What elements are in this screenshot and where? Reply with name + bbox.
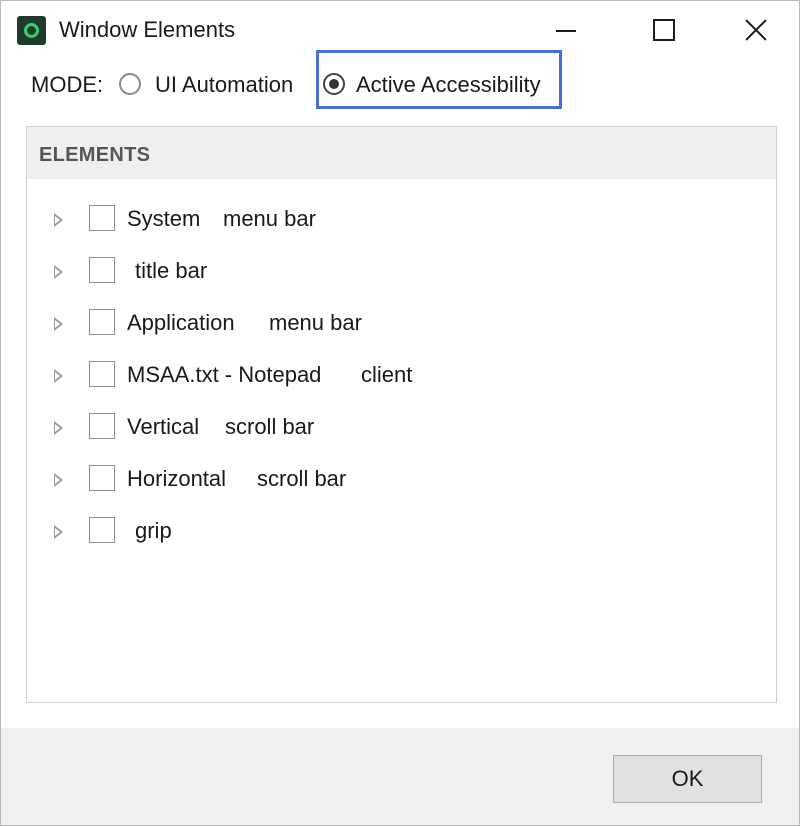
maximize-icon: [653, 19, 675, 41]
expand-arrow-icon[interactable]: [54, 421, 63, 435]
ui-automation-label[interactable]: UI Automation: [155, 72, 293, 98]
elements-header: ELEMENTS: [27, 127, 776, 179]
row-role: menu bar: [223, 206, 316, 231]
row-checkbox[interactable]: [89, 465, 115, 491]
minimize-button[interactable]: [543, 7, 589, 53]
ui-automation-radio[interactable]: [119, 73, 141, 95]
row-checkbox[interactable]: [89, 205, 115, 231]
elements-panel: ELEMENTS System menu bar title bar Appli…: [26, 126, 777, 703]
elements-title: ELEMENTS: [39, 144, 151, 166]
window-title: Window Elements: [59, 17, 236, 42]
expand-arrow-icon[interactable]: [54, 369, 63, 383]
expand-arrow-icon[interactable]: [54, 265, 63, 279]
row-name: Application: [127, 310, 235, 335]
expand-arrow-icon[interactable]: [54, 473, 63, 487]
row-checkbox[interactable]: [89, 517, 115, 543]
row-checkbox[interactable]: [89, 309, 115, 335]
expand-arrow-icon[interactable]: [54, 525, 63, 539]
mode-label: MODE:: [31, 72, 104, 97]
expand-arrow-icon[interactable]: [54, 317, 63, 331]
row-name: Horizontal: [127, 466, 227, 491]
tree-row-application[interactable]: Application menu bar: [27, 305, 767, 347]
row-role: grip: [135, 518, 172, 543]
dialog-footer: OK: [1, 728, 799, 825]
tree-row-title-bar[interactable]: title bar: [27, 253, 767, 295]
row-name: Vertical: [127, 414, 200, 439]
row-role: scroll bar: [257, 466, 347, 491]
tree-row-grip[interactable]: grip: [27, 513, 767, 555]
row-checkbox[interactable]: [89, 257, 115, 283]
row-role: scroll bar: [225, 414, 315, 439]
tree-row-horizontal[interactable]: Horizontal scroll bar: [27, 461, 767, 503]
minimize-icon: [556, 30, 576, 32]
tree-row-vertical[interactable]: Vertical scroll bar: [27, 409, 767, 451]
app-logo-icon: [17, 16, 46, 45]
row-role: client: [361, 362, 413, 387]
expand-arrow-icon[interactable]: [54, 213, 63, 227]
row-role: menu bar: [269, 310, 362, 335]
row-checkbox[interactable]: [89, 361, 115, 387]
row-role: title bar: [135, 258, 208, 283]
tree-row-client[interactable]: MSAA.txt - Notepad client: [27, 357, 767, 399]
row-name: System: [127, 206, 201, 231]
close-button[interactable]: [733, 7, 779, 53]
row-name: MSAA.txt - Notepad: [127, 362, 322, 387]
maximize-button[interactable]: [641, 7, 687, 53]
close-icon: [745, 19, 767, 41]
tree-row-system[interactable]: System menu bar: [27, 201, 767, 243]
row-checkbox[interactable]: [89, 413, 115, 439]
focus-highlight: [316, 50, 562, 109]
window-elements-dialog: Window Elements MODE: UI Automation Acti…: [0, 0, 800, 826]
ok-button[interactable]: OK: [613, 755, 762, 803]
